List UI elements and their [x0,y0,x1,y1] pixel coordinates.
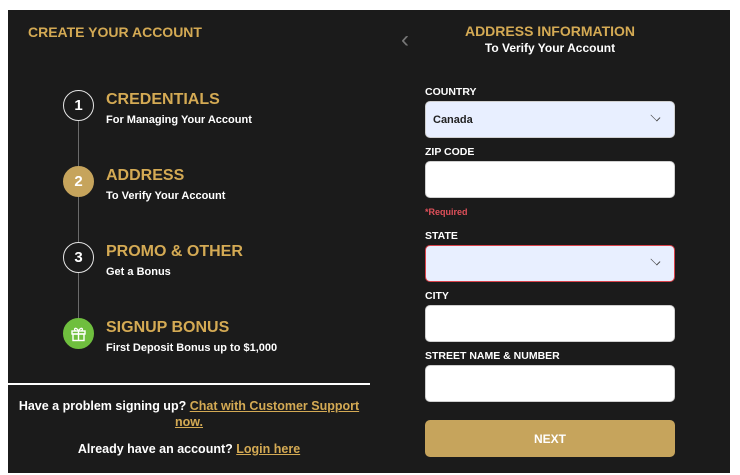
account-text: Already have an account? [77,442,233,456]
login-link[interactable]: Login here [236,442,300,456]
signup-steps-panel: CREATE YOUR ACCOUNT 1 CREDENTIALS For Ma… [8,10,370,473]
country-select[interactable]: Canada [425,101,675,138]
street-label: STREET NAME & NUMBER [425,350,560,362]
login-help-text: Already have an account? Login here [8,441,370,457]
form-title: ADDRESS INFORMATION [464,23,636,39]
step-title: ADDRESS [106,167,185,184]
step-subtitle: First Deposit Bonus up to $1,000 [106,342,278,354]
step-list: 1 CREDENTIALS For Managing Your Account … [63,90,363,370]
page-title: CREATE YOUR ACCOUNT [28,24,202,40]
address-form: ADDRESS INFORMATION To Verify Your Accou… [425,10,730,473]
step-promo[interactable]: 3 PROMO & OTHER Get a Bonus [63,242,363,282]
step-address[interactable]: 2 ADDRESS To Verify Your Account [63,166,363,206]
city-input[interactable] [425,305,675,342]
zip-required-error: *Required [425,207,468,217]
support-help-text: Have a problem signing up? Chat with Cus… [8,398,370,430]
state-select[interactable] [425,245,675,282]
street-input[interactable] [425,365,675,402]
chevron-down-icon [650,111,661,122]
step-number-badge: 3 [63,242,94,273]
step-subtitle: For Managing Your Account [106,114,252,126]
step-number-badge: 1 [63,90,94,121]
next-button[interactable]: NEXT [425,420,675,457]
step-signup-bonus[interactable]: SIGNUP BONUS First Deposit Bonus up to $… [63,318,363,358]
section-divider [8,383,370,385]
step-title: SIGNUP BONUS [106,319,230,336]
step-connector-line [78,106,79,334]
step-title: PROMO & OTHER [106,243,243,260]
state-label: STATE [425,230,458,242]
chevron-down-icon [650,255,661,266]
signup-dialog: CREATE YOUR ACCOUNT 1 CREDENTIALS For Ma… [8,10,730,473]
chevron-left-icon[interactable]: ‹ [401,28,409,52]
form-subtitle: To Verify Your Account [484,41,616,55]
step-credentials[interactable]: 1 CREDENTIALS For Managing Your Account [63,90,363,130]
city-label: CITY [425,290,449,302]
gift-icon [63,318,94,349]
step-number-badge: 2 [63,166,94,197]
customer-support-link[interactable]: Chat with Customer Support now. [175,399,359,429]
step-title: CREDENTIALS [106,91,220,108]
country-selected-value: Canada [433,114,473,126]
country-label: COUNTRY [425,86,477,98]
zip-code-input[interactable] [425,161,675,198]
zip-code-label: ZIP CODE [425,146,475,158]
step-subtitle: To Verify Your Account [106,190,226,202]
problem-text: Have a problem signing up? [18,399,187,413]
step-subtitle: Get a Bonus [106,266,171,278]
